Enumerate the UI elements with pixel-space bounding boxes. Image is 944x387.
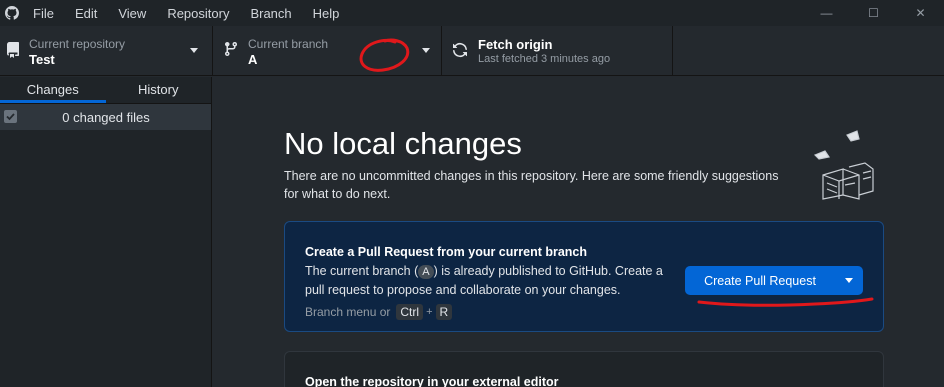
key-ctrl: Ctrl [396,304,424,320]
hint-prefix: Branch menu or [305,305,391,319]
editor-card-title: Open the repository in your external edi… [305,375,559,387]
branch-label: Current branch [248,37,329,51]
repository-name: Test [29,52,55,67]
changed-files-header: 0 changed files [0,104,211,130]
chevron-down-icon[interactable] [845,278,853,283]
pr-card-description: The current branch (A) is already publis… [305,262,675,300]
close-button[interactable]: ✕ [897,0,944,26]
page-title: No local changes [284,126,522,161]
github-logo-icon [5,6,19,20]
tab-changes[interactable]: Changes [0,77,106,103]
main-panel: No local changes There are no uncommitte… [213,77,944,387]
repository-label: Current repository [29,37,126,51]
sidebar-tabs: Changes History [0,77,211,104]
menu-repository[interactable]: Repository [167,6,229,21]
key-r: R [435,304,453,320]
key-plus: + [426,306,433,318]
repo-icon [6,42,20,58]
fetch-title: Fetch origin [478,37,553,52]
branch-name: A [248,52,258,67]
menu-edit[interactable]: Edit [75,6,97,21]
tab-history[interactable]: History [106,77,212,103]
minimize-button[interactable]: — [803,0,850,26]
branch-badge: A [418,265,434,279]
branch-icon [224,42,237,57]
menu-help[interactable]: Help [313,6,340,21]
pr-desc-before: The current branch ( [305,264,419,278]
pull-request-card: Create a Pull Request from your current … [284,221,884,332]
title-bar: File Edit View Repository Branch Help — … [0,0,944,26]
pr-card-title: Create a Pull Request from your current … [305,245,588,259]
intro-text: There are no uncommitted changes in this… [284,169,779,201]
maximize-button[interactable]: ☐ [850,0,897,26]
window-controls: — ☐ ✕ [803,0,944,26]
last-fetched-text: Last fetched 3 minutes ago [478,53,611,65]
menu-branch[interactable]: Branch [250,6,291,21]
fetch-origin-button[interactable]: Fetch origin Last fetched 3 minutes ago [442,26,673,76]
shortcut-hint: Branch menu or Ctrl + R [305,304,455,320]
current-repository-dropdown[interactable]: Current repository Test [0,26,213,76]
open-editor-card: Open the repository in your external edi… [284,351,884,387]
empty-boxes-illustration-icon [813,130,874,200]
create-pull-request-button[interactable]: Create Pull Request [685,266,863,295]
chevron-down-icon [422,48,430,53]
menu-file[interactable]: File [33,6,54,21]
menu-view[interactable]: View [118,6,146,21]
toolbar: Current repository Test Current branch A… [0,26,944,76]
sync-icon [453,43,467,57]
current-branch-dropdown[interactable]: Current branch A [213,26,442,76]
sidebar: Changes History 0 changed files [0,77,212,387]
chevron-down-icon [190,48,198,53]
create-pull-request-label: Create Pull Request [704,273,816,288]
changed-files-count: 0 changed files [62,110,150,125]
